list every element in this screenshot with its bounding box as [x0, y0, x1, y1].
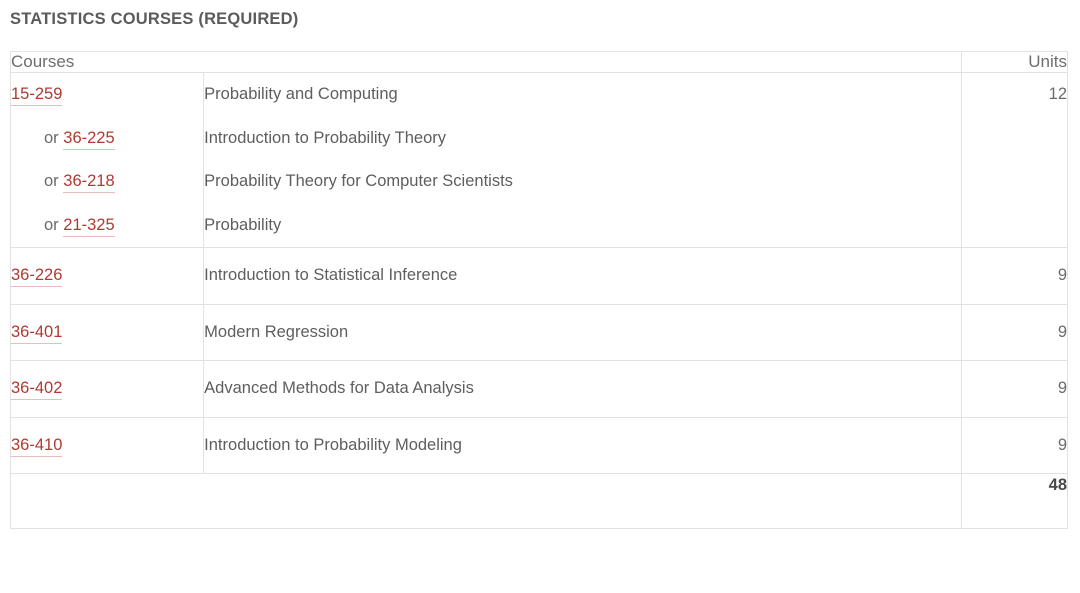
course-title-cell: Modern Regression — [203, 303, 962, 361]
course-code-line: or 36-225 — [11, 117, 203, 161]
column-header-units: Units — [960, 51, 1069, 73]
course-code-cell: 36-410 — [9, 416, 205, 474]
total-units-cell: 48 — [960, 473, 1069, 529]
course-requirements-page: STATISTICS COURSES (REQUIRED) Courses Un… — [0, 0, 1080, 593]
or-label: or — [44, 128, 59, 147]
course-code-line: 36-402 — [11, 367, 203, 411]
course-code-link[interactable]: 36-218 — [63, 172, 115, 193]
table-row: 36-226 Introduction to Statistical Infere… — [9, 247, 1069, 305]
course-code-cell: 36-401 — [9, 303, 205, 361]
total-label-cell — [10, 473, 962, 529]
course-title-line: Advanced Methods for Data Analysis — [204, 379, 474, 397]
course-units-cell: 9 — [960, 416, 1069, 474]
total-row: 48 — [10, 473, 1069, 529]
or-label: or — [44, 172, 59, 190]
course-title-line: Modern Regression — [204, 322, 349, 341]
course-units-cell: 9 — [960, 247, 1069, 305]
course-code-link[interactable]: 36-401 — [11, 322, 63, 344]
column-header-courses: Courses — [10, 51, 962, 73]
course-title-line: Introduction to Statistical Inference — [204, 266, 458, 284]
table-row: 36-410 Introduction to Probability Modeli… — [9, 416, 1069, 474]
course-units-cell: 12 — [960, 72, 1069, 248]
course-units-cell: 9 — [960, 360, 1069, 418]
course-title-line: Probability and Computing — [204, 85, 398, 103]
course-code-line: or 21-325 — [11, 204, 203, 248]
course-units-cell: 9 — [960, 303, 1069, 361]
course-code-cell: 15-259 or 36-225 or 36-218 or 21-325 — [9, 72, 205, 248]
course-code-line: or 36-218 — [11, 160, 203, 204]
course-code-link[interactable]: 36-402 — [11, 379, 63, 400]
courses-table: Courses Units 15-259 or 36-225 or 36-218 or… — [9, 51, 1069, 529]
table-body: 15-259 or 36-225 or 36-218 or 21-325 Probabi… — [9, 72, 1069, 474]
course-code-line: 36-401 — [11, 311, 203, 355]
table-footer: 48 — [10, 473, 1069, 529]
course-title-cell: Introduction to Statistical Inference — [203, 247, 962, 305]
table-row: 36-401 Modern Regression 9 — [9, 303, 1069, 361]
course-code-link[interactable]: 36-410 — [11, 435, 63, 457]
course-code-link[interactable]: 21-325 — [63, 215, 115, 237]
course-code-line: 36-226 — [11, 254, 203, 298]
courses-table-container: Courses Units 15-259 or 36-225 or 36-218 or… — [9, 51, 1069, 529]
course-code-line: 36-410 — [11, 424, 203, 468]
course-code-link[interactable]: 15-259 — [11, 85, 63, 106]
or-label: or — [44, 215, 59, 234]
course-code-line: 15-259 — [11, 73, 203, 117]
table-header: Courses Units — [10, 51, 1069, 73]
course-code-cell: 36-226 — [9, 247, 205, 305]
course-code-cell: 36-402 — [9, 360, 205, 418]
course-title-line: Introduction to Probability Theory — [204, 128, 446, 147]
table-row: 15-259 or 36-225 or 36-218 or 21-325 Probabi… — [9, 72, 1069, 248]
course-title-line: Introduction to Probability Modeling — [204, 435, 462, 454]
table-row: 36-402 Advanced Methods for Data Analysis… — [9, 360, 1069, 418]
header-row: Courses Units — [10, 51, 1069, 73]
course-title-line: Probability Theory for Computer Scientis… — [204, 172, 513, 190]
page-title: STATISTICS COURSES (REQUIRED) — [10, 10, 299, 28]
course-title-cell: Advanced Methods for Data Analysis — [203, 360, 962, 418]
course-title-line: Probability — [204, 215, 282, 234]
course-title-cell: Probability and Computing Introduction to… — [203, 72, 962, 248]
course-title-cell: Introduction to Probability Modeling — [203, 416, 962, 474]
course-code-link[interactable]: 36-226 — [11, 266, 63, 287]
course-code-link[interactable]: 36-225 — [63, 128, 115, 150]
